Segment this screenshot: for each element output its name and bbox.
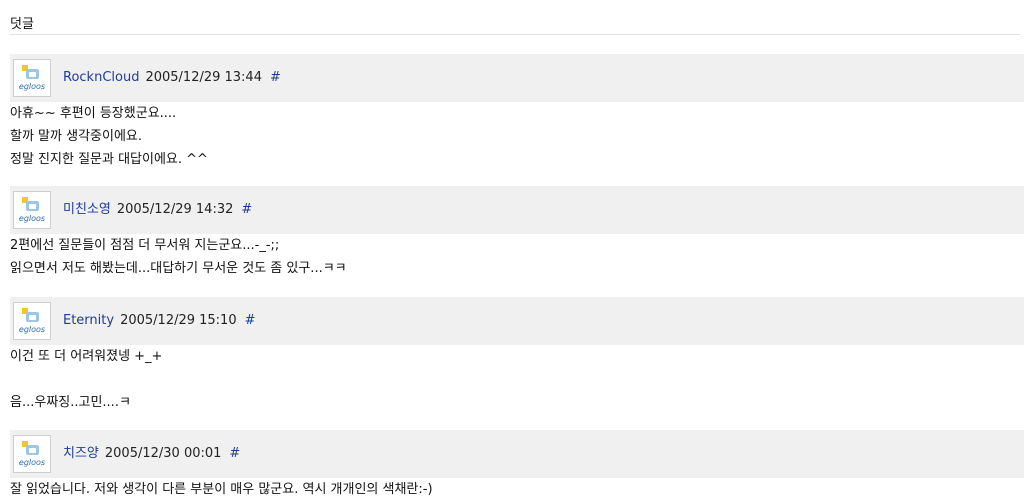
- comment-author-link[interactable]: 치즈양: [63, 446, 99, 461]
- comment-line: 읽으면서 저도 해봤는데...대답하기 무서운 것도 좀 있구...ㅋㅋ: [10, 261, 347, 276]
- comment-header: egloos 치즈양 2005/12/30 00:01 #: [10, 430, 1024, 478]
- comment-line: 정말 진지한 질문과 대답이에요. ^^: [10, 152, 208, 167]
- comment-date: 2005/12/30 00:01: [104, 446, 222, 461]
- comment-author-link[interactable]: RocknCloud: [63, 70, 139, 85]
- svg-text:egloos: egloos: [19, 214, 45, 223]
- comment-author-link[interactable]: Eternity: [63, 313, 114, 328]
- comment-header: egloos RocknCloud 2005/12/29 13:44 #: [10, 54, 1024, 102]
- comment-meta: 미친소영 2005/12/29 14:32 #: [63, 186, 252, 234]
- comment-line: 이건 또 더 어려워졌넹 +_+: [10, 349, 163, 364]
- comment-permalink[interactable]: #: [270, 70, 281, 85]
- comment-line: 잘 읽었습니다. 저와 생각이 다른 부분이 매우 많군요. 역시 개개인의 색…: [10, 482, 433, 497]
- comment-date: 2005/12/29 14:32: [116, 202, 234, 217]
- egloos-avatar-icon[interactable]: egloos: [13, 302, 51, 340]
- comment-line: [10, 368, 1020, 391]
- egloos-avatar-icon[interactable]: egloos: [13, 435, 51, 473]
- comments-section-title: 덧글: [10, 17, 34, 32]
- comment-permalink[interactable]: #: [245, 313, 256, 328]
- comment-body: 2편에선 질문들이 점점 더 무서워 지는군요...-_-;; 읽으면서 저도 …: [10, 234, 1020, 280]
- comment-permalink[interactable]: #: [241, 202, 252, 217]
- comment-author-link[interactable]: 미친소영: [63, 202, 111, 217]
- comment-header: egloos 미친소영 2005/12/29 14:32 #: [10, 186, 1024, 234]
- egloos-avatar-icon[interactable]: egloos: [13, 191, 51, 229]
- comment-line: 아휴~~ 후편이 등장했군요....: [10, 106, 177, 121]
- comment-line: 음...우짜징..고민....ㅋ: [10, 395, 131, 410]
- svg-text:egloos: egloos: [19, 325, 45, 334]
- comment-date: 2005/12/29 13:44: [145, 70, 262, 85]
- egloos-avatar-icon[interactable]: egloos: [13, 59, 51, 97]
- comments-page: 덧글 egloos RocknCloud 2005/12/29 13:44 # 아휴…: [0, 0, 1024, 504]
- comment-date: 2005/12/29 15:10: [120, 313, 237, 328]
- comment-permalink[interactable]: #: [229, 446, 240, 461]
- comment-body: 이건 또 더 어려워졌넹 +_+ 음...우짜징..고민....ㅋ: [10, 345, 1020, 414]
- comment-meta: 치즈양 2005/12/30 00:01 #: [63, 430, 240, 478]
- svg-text:egloos: egloos: [19, 82, 45, 91]
- comment-line: 2편에선 질문들이 점점 더 무서워 지는군요...-_-;;: [10, 238, 280, 253]
- section-divider: [10, 34, 1020, 35]
- comment-meta: RocknCloud 2005/12/29 13:44 #: [63, 54, 281, 102]
- comment-body: 아휴~~ 후편이 등장했군요.... 할까 말까 생각중이에요. 정말 진지한 …: [10, 102, 1020, 171]
- comment-meta: Eternity 2005/12/29 15:10 #: [63, 297, 256, 345]
- svg-text:egloos: egloos: [19, 458, 45, 467]
- comment-body: 잘 읽었습니다. 저와 생각이 다른 부분이 매우 많군요. 역시 개개인의 색…: [10, 478, 1020, 501]
- comment-header: egloos Eternity 2005/12/29 15:10 #: [10, 297, 1024, 345]
- comment-line: 할까 말까 생각중이에요.: [10, 129, 142, 144]
